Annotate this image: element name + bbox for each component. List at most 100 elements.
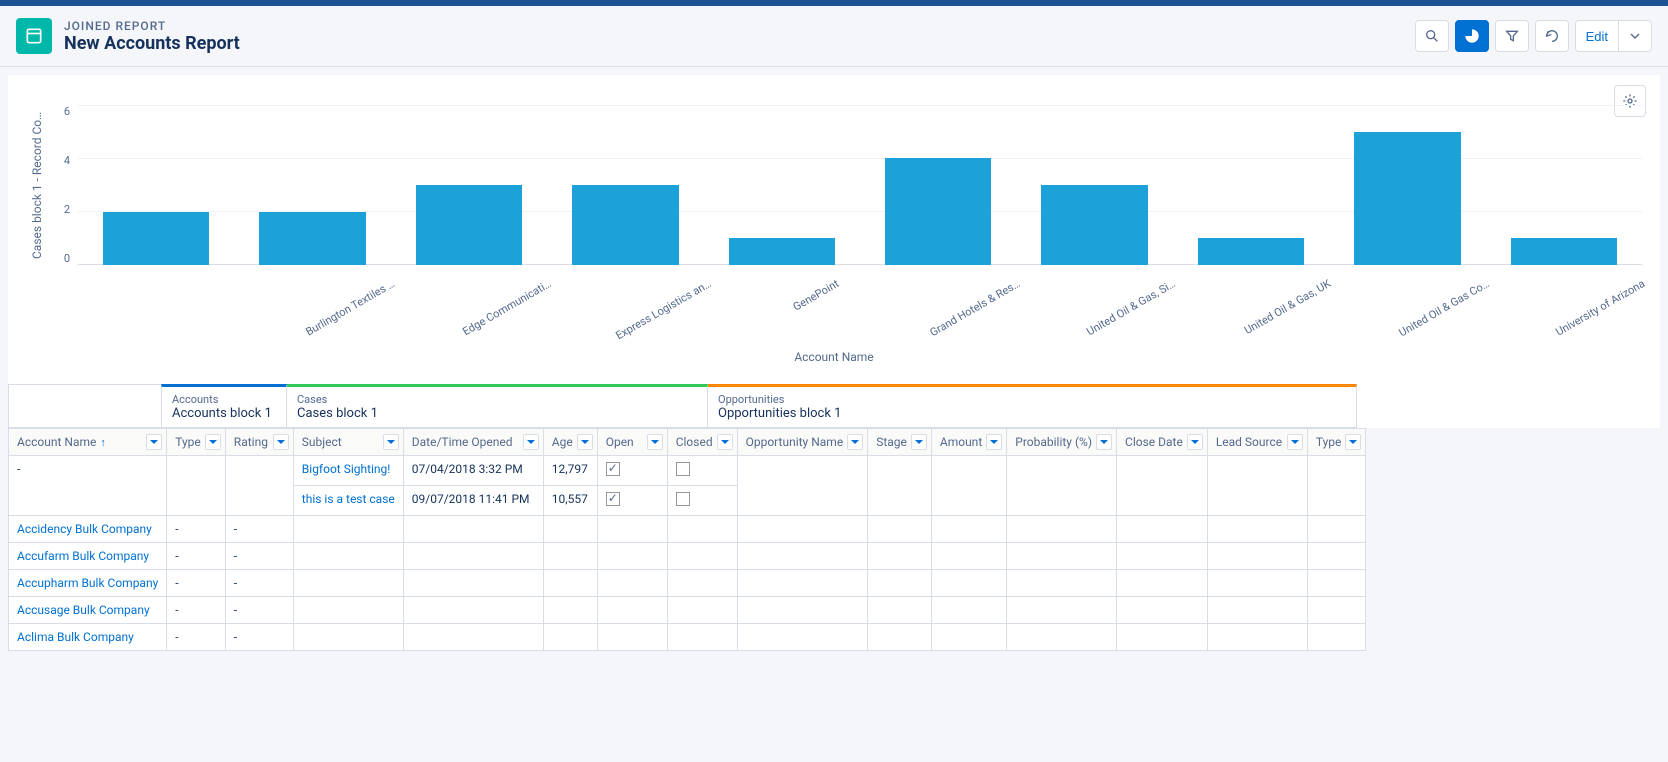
col-close-date[interactable]: Close Date [1117, 429, 1208, 456]
edit-button[interactable]: Edit [1575, 20, 1619, 52]
cell-empty [868, 543, 932, 570]
refresh-button[interactable] [1535, 20, 1569, 52]
cell-empty [1117, 516, 1208, 543]
cell-subject[interactable]: Bigfoot Sighting! [293, 456, 403, 486]
table-row: Accidency Bulk Company-- [9, 516, 1366, 543]
cell-empty [293, 624, 403, 651]
col-menu-close[interactable] [1187, 434, 1203, 450]
col-menu-open[interactable] [647, 434, 663, 450]
report-type-label: JOINED REPORT [64, 19, 1415, 33]
filter-button[interactable] [1495, 20, 1529, 52]
block-type-accounts: Accounts [172, 393, 276, 406]
col-menu-amount[interactable] [986, 434, 1002, 450]
col-menu-date[interactable] [523, 434, 539, 450]
col-menu-rating[interactable] [273, 434, 289, 450]
col-menu-closed[interactable] [717, 434, 733, 450]
col-age[interactable]: Age [543, 429, 597, 456]
x-tick-label: United Oil & Gas Co… [1396, 277, 1491, 339]
cell-empty [1307, 456, 1366, 516]
block-name-accounts: Accounts block 1 [172, 406, 276, 421]
col-account-name[interactable]: Account Name↑ [9, 429, 167, 456]
col-menu-account[interactable] [146, 434, 162, 450]
chart-bar[interactable] [885, 158, 991, 265]
col-subject[interactable]: Subject [293, 429, 403, 456]
cell-empty [868, 624, 932, 651]
cell-account-name[interactable]: Accufarm Bulk Company [9, 543, 167, 570]
cell-empty [931, 570, 1006, 597]
col-date-opened[interactable]: Date/Time Opened [403, 429, 543, 456]
cell-empty [868, 570, 932, 597]
cell-account-name[interactable]: Aclima Bulk Company [9, 624, 167, 651]
col-type2[interactable]: Type [1307, 429, 1366, 456]
col-menu-prob[interactable] [1096, 434, 1112, 450]
block-headers: Accounts Accounts block 1 Cases Cases bl… [8, 384, 1660, 428]
cell-empty [1307, 597, 1366, 624]
cell-subject[interactable]: this is a test case [293, 486, 403, 516]
col-opportunity-name[interactable]: Opportunity Name [737, 429, 868, 456]
toggle-chart-button[interactable] [1455, 20, 1489, 52]
table-row: -Bigfoot Sighting!07/04/2018 3:32 PM12,7… [9, 456, 1366, 486]
chart-bar[interactable] [1511, 238, 1617, 265]
cell-account-name[interactable]: Accusage Bulk Company [9, 597, 167, 624]
chart-area: Cases block 1 - Record Co… 0246 Burlingt… [8, 75, 1660, 384]
cell-age: 12,797 [543, 456, 597, 486]
y-tick: 0 [44, 252, 70, 265]
cell-empty [931, 456, 1006, 516]
cell-empty [737, 516, 868, 543]
edit-menu-button[interactable] [1618, 20, 1652, 52]
chart-bar[interactable] [1198, 238, 1304, 265]
cell-empty [403, 570, 543, 597]
col-lead-source[interactable]: Lead Source [1207, 429, 1307, 456]
col-closed[interactable]: Closed [667, 429, 737, 456]
pie-chart-icon [1464, 28, 1480, 44]
col-rating[interactable]: Rating [225, 429, 293, 456]
x-tick-label: University of Arizona [1553, 277, 1647, 339]
cell-rating: - [225, 543, 293, 570]
cell-open [597, 486, 667, 516]
chart-bar[interactable] [1041, 185, 1147, 265]
cell-empty [667, 624, 737, 651]
col-menu-age[interactable] [577, 434, 593, 450]
cell-empty [293, 597, 403, 624]
col-type[interactable]: Type [167, 429, 226, 456]
cell-account-name[interactable]: Accidency Bulk Company [9, 516, 167, 543]
cell-empty [737, 543, 868, 570]
report-icon [16, 18, 52, 54]
cell-empty [1007, 543, 1117, 570]
col-stage[interactable]: Stage [868, 429, 932, 456]
col-menu-type[interactable] [205, 434, 221, 450]
chart-bar[interactable] [416, 185, 522, 265]
col-menu-opp[interactable] [847, 434, 863, 450]
table-row: Accupharm Bulk Company-- [9, 570, 1366, 597]
chart-bar[interactable] [572, 185, 678, 265]
cell-account-name[interactable]: Accupharm Bulk Company [9, 570, 167, 597]
col-probability[interactable]: Probability (%) [1007, 429, 1117, 456]
y-tick: 6 [44, 105, 70, 118]
cell-empty [1207, 624, 1307, 651]
x-tick-label: Edge Communicati… [460, 277, 553, 338]
chart-bar[interactable] [1354, 132, 1460, 265]
col-menu-stage[interactable] [911, 434, 927, 450]
col-menu-lead[interactable] [1287, 434, 1303, 450]
cell-type [167, 456, 226, 516]
col-open[interactable]: Open [597, 429, 667, 456]
chart-bar[interactable] [259, 212, 365, 265]
cell-rating: - [225, 624, 293, 651]
col-menu-subject[interactable] [383, 434, 399, 450]
col-menu-type2[interactable] [1345, 434, 1361, 450]
chart-bar[interactable] [103, 212, 209, 265]
cell-empty [293, 570, 403, 597]
cell-empty [1207, 597, 1307, 624]
cell-empty [1117, 570, 1208, 597]
col-amount[interactable]: Amount [931, 429, 1006, 456]
chart-bar[interactable] [729, 238, 835, 265]
cell-empty [597, 516, 667, 543]
block-type-opps: Opportunities [718, 393, 1346, 406]
cell-closed [667, 456, 737, 486]
cell-empty [597, 624, 667, 651]
cell-empty [1007, 597, 1117, 624]
search-button[interactable] [1415, 20, 1449, 52]
cell-type: - [167, 516, 226, 543]
x-tick-label: United Oil & Gas, UK [1242, 277, 1333, 337]
cell-type: - [167, 570, 226, 597]
